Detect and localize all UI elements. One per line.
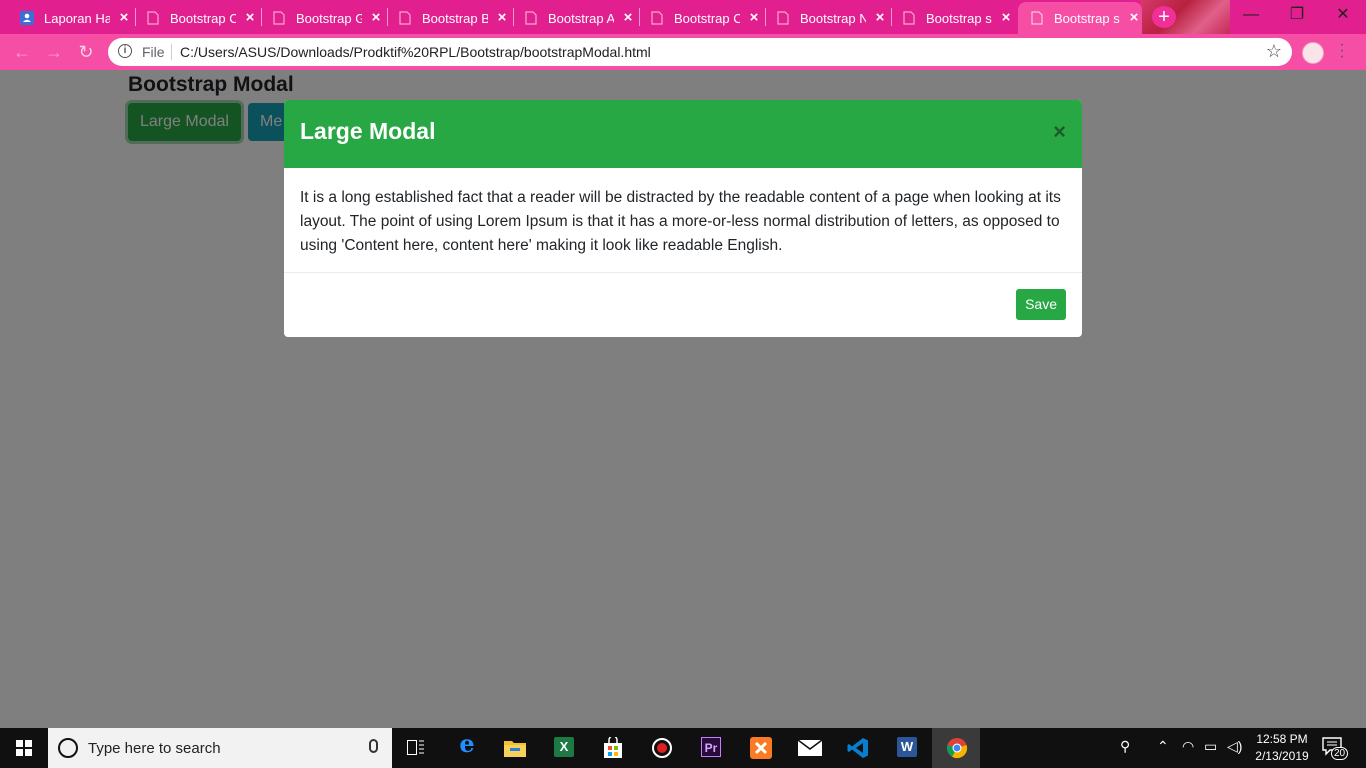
tab-bootstrap-3[interactable]: Bootstrap G × xyxy=(260,2,386,34)
chrome-icon[interactable] xyxy=(932,728,980,768)
file-icon xyxy=(902,11,916,25)
browser-menu-icon[interactable]: · · · xyxy=(1338,37,1346,65)
close-tab-icon[interactable]: × xyxy=(746,10,762,26)
microphone-icon[interactable] xyxy=(369,739,378,753)
tab-title: Bootstrap G xyxy=(296,10,362,26)
tab-title: Bootstrap N xyxy=(800,10,866,26)
close-icon[interactable]: × xyxy=(1053,120,1066,144)
file-icon xyxy=(1030,11,1044,25)
wifi-icon[interactable]: ◠ xyxy=(1182,738,1194,755)
store-icon[interactable] xyxy=(589,728,637,768)
xampp-icon[interactable] xyxy=(736,728,784,768)
browser-tab-bar: Laporan Ha × Bootstrap C × Bootstrap G ×… xyxy=(0,0,1366,34)
close-tab-icon[interactable]: × xyxy=(998,10,1014,26)
task-view-icon[interactable] xyxy=(392,728,440,768)
notification-center-icon[interactable]: 20 xyxy=(1322,736,1349,760)
tab-title: Bootstrap s xyxy=(926,10,992,26)
tab-title: Bootstrap s xyxy=(1054,10,1120,26)
browser-toolbar: ← → ↻ i File C:/Users/ASUS/Downloads/Pro… xyxy=(0,34,1366,70)
page-viewport: Bootstrap Modal Large Modal Me Large Mod… xyxy=(0,70,1366,728)
file-icon xyxy=(776,11,790,25)
tab-title: Bootstrap B xyxy=(422,10,488,26)
excel-icon[interactable]: X xyxy=(540,728,588,768)
tab-title: Laporan Ha xyxy=(44,10,110,26)
profile-avatar[interactable] xyxy=(1302,42,1324,64)
clock-date: 2/13/2019 xyxy=(1255,749,1309,763)
close-window-button[interactable]: ✕ xyxy=(1320,0,1366,32)
large-modal-dialog: Large Modal × It is a long established f… xyxy=(284,100,1082,337)
new-tab-button[interactable]: + xyxy=(1152,6,1176,28)
file-icon xyxy=(524,11,538,25)
modal-title: Large Modal xyxy=(300,118,436,144)
save-button[interactable]: Save xyxy=(1016,289,1066,320)
back-arrow-icon[interactable]: ← xyxy=(8,38,36,66)
system-clock[interactable]: 12:58 PM 2/13/2019 xyxy=(1254,731,1310,765)
vscode-icon[interactable] xyxy=(834,728,882,768)
bookmark-star-icon[interactable]: ☆ xyxy=(1266,41,1282,62)
close-tab-icon[interactable]: × xyxy=(368,10,384,26)
windows-logo-icon xyxy=(16,740,32,756)
forward-arrow-icon[interactable]: → xyxy=(40,38,68,66)
chevron-up-icon[interactable]: ⌃ xyxy=(1157,738,1169,755)
mail-icon[interactable] xyxy=(785,728,833,768)
close-tab-icon[interactable]: × xyxy=(242,10,258,26)
tab-title: Bootstrap A xyxy=(548,10,614,26)
tab-bootstrap-active[interactable]: Bootstrap s × xyxy=(1018,2,1142,34)
tab-bootstrap-7[interactable]: Bootstrap N × xyxy=(764,2,890,34)
edge-icon[interactable]: e xyxy=(443,728,491,768)
search-placeholder: Type here to search xyxy=(88,740,221,757)
tab-bootstrap-5[interactable]: Bootstrap A × xyxy=(512,2,638,34)
file-icon xyxy=(398,11,412,25)
file-explorer-icon[interactable] xyxy=(491,728,539,768)
word-icon[interactable]: W xyxy=(883,728,931,768)
reload-icon[interactable]: ↻ xyxy=(72,38,100,66)
close-tab-icon[interactable]: × xyxy=(116,10,132,26)
premiere-icon[interactable]: Pr xyxy=(687,728,735,768)
omnibox-divider xyxy=(171,44,172,60)
close-tab-icon[interactable]: × xyxy=(1126,10,1142,26)
modal-footer: Save xyxy=(284,273,1082,337)
notification-count-badge: 20 xyxy=(1331,747,1349,760)
modal-header: Large Modal × xyxy=(284,100,1082,168)
file-icon xyxy=(650,11,664,25)
cortana-icon xyxy=(58,738,78,758)
close-tab-icon[interactable]: × xyxy=(620,10,636,26)
close-tab-icon[interactable]: × xyxy=(872,10,888,26)
url-text[interactable]: C:/Users/ASUS/Downloads/Prodktif%20RPL/B… xyxy=(180,44,651,60)
people-icon[interactable]: ⚲ xyxy=(1120,738,1130,755)
start-button[interactable] xyxy=(0,728,48,768)
restore-button[interactable]: ❐ xyxy=(1274,0,1320,32)
taskbar-search-box[interactable]: Type here to search xyxy=(48,728,392,768)
contact-icon xyxy=(20,11,34,25)
file-icon xyxy=(146,11,160,25)
address-bar[interactable]: i File C:/Users/ASUS/Downloads/Prodktif%… xyxy=(108,38,1292,66)
tab-laporan[interactable]: Laporan Ha × xyxy=(8,2,134,34)
url-scheme: File xyxy=(142,44,165,60)
modal-body-text: It is a long established fact that a rea… xyxy=(284,168,1082,273)
info-icon[interactable]: i xyxy=(118,44,132,58)
battery-icon[interactable]: ▭ xyxy=(1204,738,1217,755)
tab-bootstrap-4[interactable]: Bootstrap B × xyxy=(386,2,512,34)
close-tab-icon[interactable]: × xyxy=(494,10,510,26)
windows-taskbar: Type here to search e X Pr W ⚲ ⌃ ◠ ▭ ◁) … xyxy=(0,728,1366,768)
minimize-button[interactable]: — xyxy=(1228,0,1274,32)
volume-icon[interactable]: ◁) xyxy=(1227,738,1242,755)
tab-bootstrap-6[interactable]: Bootstrap C × xyxy=(638,2,764,34)
tab-bootstrap-2[interactable]: Bootstrap C × xyxy=(134,2,260,34)
file-icon xyxy=(272,11,286,25)
tab-bootstrap-8[interactable]: Bootstrap s × xyxy=(890,2,1016,34)
tab-title: Bootstrap C xyxy=(674,10,740,26)
recorder-icon[interactable] xyxy=(638,728,686,768)
tab-title: Bootstrap C xyxy=(170,10,236,26)
clock-time: 12:58 PM xyxy=(1256,732,1308,746)
